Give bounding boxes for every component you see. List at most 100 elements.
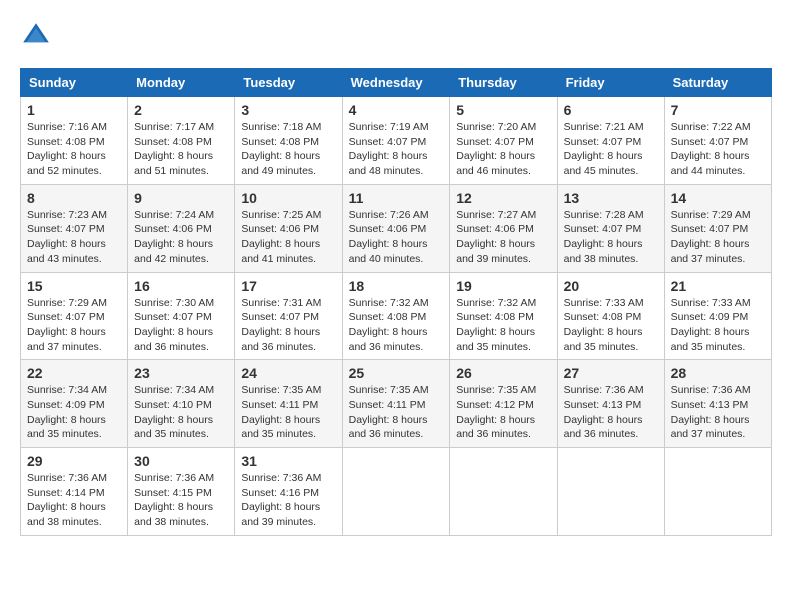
day-info: Sunrise: 7:32 AM Sunset: 4:08 PM Dayligh… <box>456 296 550 355</box>
day-info: Sunrise: 7:20 AM Sunset: 4:07 PM Dayligh… <box>456 120 550 179</box>
calendar-cell <box>342 448 450 536</box>
calendar-cell: 10 Sunrise: 7:25 AM Sunset: 4:06 PM Dayl… <box>235 184 342 272</box>
calendar-cell: 23 Sunrise: 7:34 AM Sunset: 4:10 PM Dayl… <box>128 360 235 448</box>
day-info: Sunrise: 7:35 AM Sunset: 4:11 PM Dayligh… <box>349 383 444 442</box>
calendar-cell: 9 Sunrise: 7:24 AM Sunset: 4:06 PM Dayli… <box>128 184 235 272</box>
day-info: Sunrise: 7:35 AM Sunset: 4:11 PM Dayligh… <box>241 383 335 442</box>
day-number: 14 <box>671 190 765 206</box>
day-number: 7 <box>671 102 765 118</box>
calendar-weekday-header: Saturday <box>664 69 771 97</box>
calendar-weekday-header: Sunday <box>21 69 128 97</box>
calendar-cell: 1 Sunrise: 7:16 AM Sunset: 4:08 PM Dayli… <box>21 97 128 185</box>
calendar-cell: 21 Sunrise: 7:33 AM Sunset: 4:09 PM Dayl… <box>664 272 771 360</box>
day-number: 17 <box>241 278 335 294</box>
calendar-cell: 2 Sunrise: 7:17 AM Sunset: 4:08 PM Dayli… <box>128 97 235 185</box>
calendar-cell: 14 Sunrise: 7:29 AM Sunset: 4:07 PM Dayl… <box>664 184 771 272</box>
calendar-cell: 29 Sunrise: 7:36 AM Sunset: 4:14 PM Dayl… <box>21 448 128 536</box>
calendar-cell: 12 Sunrise: 7:27 AM Sunset: 4:06 PM Dayl… <box>450 184 557 272</box>
day-info: Sunrise: 7:21 AM Sunset: 4:07 PM Dayligh… <box>564 120 658 179</box>
calendar-cell: 17 Sunrise: 7:31 AM Sunset: 4:07 PM Dayl… <box>235 272 342 360</box>
day-number: 2 <box>134 102 228 118</box>
calendar-cell: 25 Sunrise: 7:35 AM Sunset: 4:11 PM Dayl… <box>342 360 450 448</box>
calendar-weekday-header: Tuesday <box>235 69 342 97</box>
day-info: Sunrise: 7:29 AM Sunset: 4:07 PM Dayligh… <box>671 208 765 267</box>
day-number: 5 <box>456 102 550 118</box>
day-info: Sunrise: 7:32 AM Sunset: 4:08 PM Dayligh… <box>349 296 444 355</box>
day-info: Sunrise: 7:22 AM Sunset: 4:07 PM Dayligh… <box>671 120 765 179</box>
day-number: 20 <box>564 278 658 294</box>
calendar-week-row: 1 Sunrise: 7:16 AM Sunset: 4:08 PM Dayli… <box>21 97 772 185</box>
day-info: Sunrise: 7:29 AM Sunset: 4:07 PM Dayligh… <box>27 296 121 355</box>
day-number: 31 <box>241 453 335 469</box>
calendar-header-row: SundayMondayTuesdayWednesdayThursdayFrid… <box>21 69 772 97</box>
day-info: Sunrise: 7:36 AM Sunset: 4:13 PM Dayligh… <box>564 383 658 442</box>
day-number: 30 <box>134 453 228 469</box>
day-info: Sunrise: 7:23 AM Sunset: 4:07 PM Dayligh… <box>27 208 121 267</box>
day-info: Sunrise: 7:16 AM Sunset: 4:08 PM Dayligh… <box>27 120 121 179</box>
calendar-cell <box>450 448 557 536</box>
day-number: 3 <box>241 102 335 118</box>
calendar-cell: 5 Sunrise: 7:20 AM Sunset: 4:07 PM Dayli… <box>450 97 557 185</box>
calendar-weekday-header: Monday <box>128 69 235 97</box>
day-info: Sunrise: 7:26 AM Sunset: 4:06 PM Dayligh… <box>349 208 444 267</box>
calendar-cell: 19 Sunrise: 7:32 AM Sunset: 4:08 PM Dayl… <box>450 272 557 360</box>
calendar-week-row: 15 Sunrise: 7:29 AM Sunset: 4:07 PM Dayl… <box>21 272 772 360</box>
calendar-cell: 18 Sunrise: 7:32 AM Sunset: 4:08 PM Dayl… <box>342 272 450 360</box>
day-number: 13 <box>564 190 658 206</box>
calendar-cell: 30 Sunrise: 7:36 AM Sunset: 4:15 PM Dayl… <box>128 448 235 536</box>
calendar-weekday-header: Thursday <box>450 69 557 97</box>
calendar-week-row: 29 Sunrise: 7:36 AM Sunset: 4:14 PM Dayl… <box>21 448 772 536</box>
day-number: 10 <box>241 190 335 206</box>
calendar-cell: 27 Sunrise: 7:36 AM Sunset: 4:13 PM Dayl… <box>557 360 664 448</box>
day-info: Sunrise: 7:34 AM Sunset: 4:10 PM Dayligh… <box>134 383 228 442</box>
day-info: Sunrise: 7:35 AM Sunset: 4:12 PM Dayligh… <box>456 383 550 442</box>
day-info: Sunrise: 7:34 AM Sunset: 4:09 PM Dayligh… <box>27 383 121 442</box>
calendar-cell: 15 Sunrise: 7:29 AM Sunset: 4:07 PM Dayl… <box>21 272 128 360</box>
day-number: 9 <box>134 190 228 206</box>
day-number: 22 <box>27 365 121 381</box>
calendar-week-row: 22 Sunrise: 7:34 AM Sunset: 4:09 PM Dayl… <box>21 360 772 448</box>
day-info: Sunrise: 7:36 AM Sunset: 4:14 PM Dayligh… <box>27 471 121 530</box>
day-info: Sunrise: 7:33 AM Sunset: 4:09 PM Dayligh… <box>671 296 765 355</box>
calendar-cell: 26 Sunrise: 7:35 AM Sunset: 4:12 PM Dayl… <box>450 360 557 448</box>
day-info: Sunrise: 7:25 AM Sunset: 4:06 PM Dayligh… <box>241 208 335 267</box>
day-number: 18 <box>349 278 444 294</box>
day-info: Sunrise: 7:36 AM Sunset: 4:16 PM Dayligh… <box>241 471 335 530</box>
day-number: 6 <box>564 102 658 118</box>
day-number: 15 <box>27 278 121 294</box>
day-info: Sunrise: 7:36 AM Sunset: 4:15 PM Dayligh… <box>134 471 228 530</box>
day-number: 1 <box>27 102 121 118</box>
day-number: 12 <box>456 190 550 206</box>
day-number: 27 <box>564 365 658 381</box>
day-number: 28 <box>671 365 765 381</box>
day-info: Sunrise: 7:17 AM Sunset: 4:08 PM Dayligh… <box>134 120 228 179</box>
day-info: Sunrise: 7:31 AM Sunset: 4:07 PM Dayligh… <box>241 296 335 355</box>
page-header <box>20 20 772 52</box>
calendar-table: SundayMondayTuesdayWednesdayThursdayFrid… <box>20 68 772 536</box>
day-number: 23 <box>134 365 228 381</box>
day-info: Sunrise: 7:28 AM Sunset: 4:07 PM Dayligh… <box>564 208 658 267</box>
calendar-weekday-header: Wednesday <box>342 69 450 97</box>
calendar-cell <box>557 448 664 536</box>
calendar-cell: 31 Sunrise: 7:36 AM Sunset: 4:16 PM Dayl… <box>235 448 342 536</box>
day-number: 4 <box>349 102 444 118</box>
day-number: 24 <box>241 365 335 381</box>
day-number: 21 <box>671 278 765 294</box>
calendar-cell: 28 Sunrise: 7:36 AM Sunset: 4:13 PM Dayl… <box>664 360 771 448</box>
calendar-cell: 16 Sunrise: 7:30 AM Sunset: 4:07 PM Dayl… <box>128 272 235 360</box>
calendar-cell: 20 Sunrise: 7:33 AM Sunset: 4:08 PM Dayl… <box>557 272 664 360</box>
logo <box>20 20 56 52</box>
day-number: 16 <box>134 278 228 294</box>
calendar-cell: 6 Sunrise: 7:21 AM Sunset: 4:07 PM Dayli… <box>557 97 664 185</box>
day-info: Sunrise: 7:27 AM Sunset: 4:06 PM Dayligh… <box>456 208 550 267</box>
logo-icon <box>20 20 52 52</box>
calendar-cell: 4 Sunrise: 7:19 AM Sunset: 4:07 PM Dayli… <box>342 97 450 185</box>
day-number: 19 <box>456 278 550 294</box>
calendar-cell: 13 Sunrise: 7:28 AM Sunset: 4:07 PM Dayl… <box>557 184 664 272</box>
calendar-cell: 11 Sunrise: 7:26 AM Sunset: 4:06 PM Dayl… <box>342 184 450 272</box>
day-number: 26 <box>456 365 550 381</box>
day-info: Sunrise: 7:24 AM Sunset: 4:06 PM Dayligh… <box>134 208 228 267</box>
calendar-cell: 3 Sunrise: 7:18 AM Sunset: 4:08 PM Dayli… <box>235 97 342 185</box>
day-info: Sunrise: 7:19 AM Sunset: 4:07 PM Dayligh… <box>349 120 444 179</box>
day-number: 25 <box>349 365 444 381</box>
